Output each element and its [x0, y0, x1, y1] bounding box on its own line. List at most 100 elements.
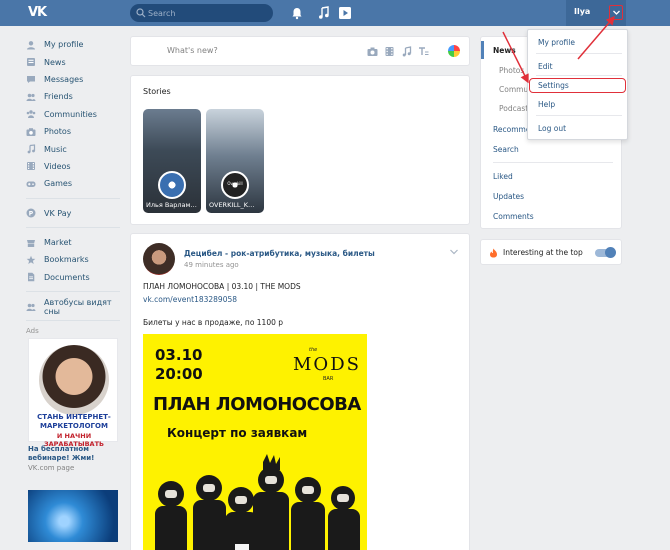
search-icon — [136, 8, 146, 18]
market-icon — [27, 239, 35, 247]
poster-date: 03.10 20:00 — [155, 346, 203, 383]
stories-title: Stories — [143, 87, 171, 96]
sidebar-divider — [26, 226, 120, 228]
sidebar-item-messages[interactable]: Messages — [26, 71, 126, 88]
sidebar-item-label: Communities — [44, 109, 97, 119]
sidebar-item-news[interactable]: News — [26, 53, 126, 70]
video-icon — [27, 162, 35, 171]
composer-attach-icons — [367, 46, 429, 57]
story-author: Илья Варлам… — [146, 201, 197, 209]
post-composer[interactable]: What's new? — [130, 36, 470, 66]
sidebar-item-my-profile[interactable]: My profile — [26, 36, 126, 53]
ad-title-link[interactable]: На бесплатном вебинаре! Жми! — [28, 445, 128, 463]
sidebar-item-videos[interactable]: Videos — [26, 158, 126, 175]
search-input[interactable] — [148, 4, 268, 22]
poster-brand: MODS — [293, 354, 361, 375]
post-image-poster[interactable]: 03.10 20:00 the MODS BAR ПЛАН ЛОМОНОСОВА … — [143, 334, 367, 550]
sidebar-item-label: VK Pay — [44, 208, 72, 218]
poster-subtitle: Концерт по заявкам — [167, 426, 308, 440]
communities-icon — [26, 110, 36, 119]
sidebar-item-market[interactable]: Market — [26, 234, 126, 251]
interesting-top-toggle[interactable] — [595, 247, 616, 258]
sidebar-item-games[interactable]: Games — [26, 175, 126, 192]
menu-divider — [536, 75, 622, 76]
sidebar-item-photos[interactable]: Photos — [26, 123, 126, 140]
ad-banner-microphone[interactable] — [28, 490, 118, 542]
menu-divider — [493, 162, 613, 163]
play-video-icon[interactable] — [338, 6, 352, 20]
story-avatar: Overkill — [221, 171, 249, 199]
composer-placeholder[interactable]: What's new? — [167, 46, 218, 55]
menu-item-my-profile[interactable]: My profile — [538, 38, 575, 47]
story-item[interactable]: Overkill OVERKILL_K… — [206, 109, 264, 213]
ad-banner-webinar[interactable]: СТАНЬ ИНТЕРНЕТ- МАРКЕТОЛОГОМ И НАЧНИ ЗАРА… — [28, 338, 118, 448]
sidebar-item-vk-pay[interactable]: P VK Pay — [26, 205, 126, 222]
poster-brand-suffix: BAR — [323, 376, 334, 382]
ad-headline: СТАНЬ ИНТЕРНЕТ- МАРКЕТОЛОГОМ — [37, 413, 111, 430]
search-box[interactable] — [130, 4, 273, 22]
ad-source: VK.com page — [28, 464, 75, 472]
story-item[interactable]: Илья Варлам… — [143, 109, 201, 213]
ad-photo — [39, 345, 109, 415]
sidebar-item-label: Photos — [44, 127, 71, 137]
filter-news[interactable]: News — [493, 46, 516, 55]
top-header: VK Ilya — [0, 0, 670, 26]
sidebar-item-label: Market — [44, 238, 72, 248]
filter-comments[interactable]: Comments — [493, 212, 534, 221]
post-event-link[interactable]: vk.com/event183289058 — [143, 295, 237, 304]
sidebar-item-label: Messages — [44, 74, 84, 84]
vkpay-icon: P — [26, 208, 36, 218]
video-icon[interactable] — [384, 46, 395, 57]
filter-liked[interactable]: Liked — [493, 172, 513, 181]
poster-brand-prefix: the — [309, 347, 318, 353]
left-sidebar: My profile News Messages Friends Communi… — [26, 36, 126, 341]
post-author-link[interactable]: Децибел - рок-атрибутика, музыка, билеты — [184, 249, 375, 258]
friends-icon — [26, 93, 36, 101]
post-author-avatar[interactable] — [143, 243, 175, 275]
filter-updates[interactable]: Updates — [493, 192, 524, 201]
sidebar-item-label: Documents — [44, 272, 90, 282]
gamepad-icon — [26, 181, 36, 187]
filter-photos[interactable]: Photos — [499, 66, 524, 75]
interesting-top-setting: Interesting at the top — [480, 239, 622, 265]
camera-icon[interactable] — [367, 46, 378, 57]
sidebar-item-friends[interactable]: Friends — [26, 88, 126, 105]
document-icon — [28, 273, 35, 282]
music-note-icon[interactable] — [317, 6, 331, 20]
menu-item-edit[interactable]: Edit — [538, 62, 553, 71]
post-timestamp[interactable]: 49 minutes ago — [184, 261, 239, 269]
post-color-icon[interactable] — [448, 45, 460, 57]
sidebar-item-community[interactable]: Автобусы видят сны — [26, 298, 126, 316]
band-photo — [143, 454, 367, 550]
sidebar-item-label: Bookmarks — [44, 255, 89, 265]
sidebar-item-documents[interactable]: Documents — [26, 269, 126, 286]
text-format-icon[interactable] — [418, 46, 429, 57]
sidebar-item-label: Games — [44, 179, 72, 189]
sidebar-item-bookmarks[interactable]: Bookmarks — [26, 251, 126, 268]
menu-item-help[interactable]: Help — [538, 100, 555, 109]
star-icon — [26, 255, 36, 264]
sidebar-item-label: Videos — [44, 161, 71, 171]
filter-search[interactable]: Search — [493, 145, 519, 154]
ads-label: Ads — [26, 327, 39, 336]
svg-text:P: P — [29, 211, 34, 218]
menu-item-settings[interactable]: Settings — [538, 81, 569, 90]
news-icon — [27, 58, 35, 67]
menu-divider — [536, 53, 622, 54]
music-icon — [27, 144, 36, 154]
sidebar-divider — [26, 291, 120, 293]
user-menu-toggle[interactable] — [609, 5, 623, 20]
sidebar-item-label: Music — [44, 144, 67, 154]
sidebar-item-music[interactable]: Music — [26, 140, 126, 157]
music-icon[interactable] — [401, 46, 412, 57]
bell-icon[interactable] — [290, 6, 304, 20]
menu-item-log-out[interactable]: Log out — [538, 124, 566, 133]
vk-logo[interactable]: VK — [28, 5, 48, 21]
post-text: ПЛАН ЛОМОНОСОВА | 03.10 | THE MODS — [143, 282, 301, 291]
interesting-top-label: Interesting at the top — [503, 248, 583, 257]
stories-card: Stories Илья Варлам… Overkill OVERKILL_K… — [130, 75, 470, 225]
sidebar-item-communities[interactable]: Communities — [26, 106, 126, 123]
menu-divider — [536, 115, 622, 116]
post-text: Билеты у нас в продаже, по 1100 р — [143, 318, 284, 327]
chevron-down-icon[interactable] — [449, 248, 459, 256]
